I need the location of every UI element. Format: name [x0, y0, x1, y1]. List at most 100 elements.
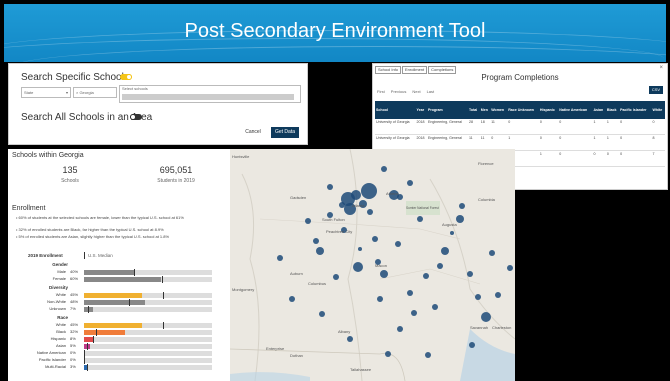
column-header[interactable]: Asian [592, 101, 606, 119]
school-marker[interactable] [425, 352, 431, 358]
school-marker[interactable] [339, 202, 345, 208]
stats-panel: Schools within Georgia 135 Schools 695,0… [8, 149, 235, 381]
previous-page-button[interactable]: Previous [391, 89, 407, 94]
table-row[interactable]: University of Georgia 2018 Engineering, Ge… [375, 119, 665, 135]
enrollment-bar-row: Male 40% [14, 269, 224, 276]
area-search-toggle[interactable] [130, 114, 142, 120]
enrollment-bar-row: Female 60% [14, 276, 224, 283]
map-city-label: South Fulton [322, 217, 345, 222]
school-marker[interactable] [277, 255, 283, 261]
school-marker[interactable] [397, 326, 403, 332]
table-cell: 0 [651, 119, 665, 135]
school-marker[interactable] [407, 290, 413, 296]
school-marker[interactable] [475, 294, 481, 300]
bar-track [84, 364, 212, 371]
close-icon[interactable]: × [659, 65, 663, 71]
bar-percent: 0% [70, 357, 76, 362]
state-chip[interactable]: × Georgia [76, 90, 94, 95]
school-marker[interactable] [327, 184, 333, 190]
schools-count: 135 [62, 165, 78, 175]
school-marker[interactable] [372, 236, 378, 242]
map-city-label: Albany [338, 329, 350, 334]
state-select[interactable]: State ▾ [21, 87, 71, 98]
column-header[interactable]: Total [467, 101, 480, 119]
school-marker[interactable] [380, 270, 388, 278]
school-marker[interactable] [313, 238, 319, 244]
bar-label: Black [56, 329, 66, 334]
column-header[interactable]: School [375, 101, 416, 119]
last-page-button[interactable]: Last [427, 89, 435, 94]
school-marker[interactable] [489, 250, 495, 256]
school-marker[interactable] [351, 190, 361, 200]
school-marker[interactable] [459, 203, 465, 209]
school-marker[interactable] [395, 241, 401, 247]
bar-percent: 7% [70, 306, 76, 311]
column-header[interactable]: Year [415, 101, 427, 119]
school-marker[interactable] [469, 342, 475, 348]
slide: Post Secondary Environment Tool Search S… [0, 0, 670, 381]
school-marker[interactable] [289, 296, 295, 302]
table-cell: 2018 [415, 119, 427, 135]
school-marker[interactable] [333, 274, 339, 280]
school-marker[interactable] [467, 271, 473, 277]
map-city-label: Montgomery [232, 287, 254, 292]
csv-button[interactable]: CSV [649, 86, 663, 94]
first-page-button[interactable]: First [377, 89, 385, 94]
school-marker[interactable] [347, 336, 353, 342]
column-header[interactable]: Program [426, 101, 468, 119]
enrollment-group-title: Race [57, 315, 68, 320]
school-marker[interactable] [358, 247, 362, 251]
search-panel: Search Specific Schools State ▾ × Georgia… [8, 63, 308, 145]
column-header[interactable]: Hispanic [538, 101, 559, 119]
school-marker[interactable] [423, 273, 429, 279]
map-city-label: Macon [375, 263, 387, 268]
table-cell: 0 [558, 134, 593, 151]
column-header[interactable]: White [651, 101, 665, 119]
state-chip-field[interactable]: × Georgia [73, 87, 117, 98]
get-data-button[interactable]: Get Data [271, 127, 299, 138]
stats-heading: Schools within Georgia [12, 152, 84, 159]
school-marker[interactable] [377, 296, 383, 302]
school-marker[interactable] [353, 262, 363, 272]
schools-select[interactable]: Select schools [119, 85, 301, 103]
school-marker[interactable] [316, 247, 324, 255]
school-marker[interactable] [367, 209, 373, 215]
school-marker[interactable] [411, 310, 417, 316]
school-marker[interactable] [441, 247, 449, 255]
school-marker[interactable] [385, 351, 391, 357]
table-cell: 11 [490, 119, 508, 135]
cancel-button[interactable]: Cancel [241, 127, 265, 138]
school-marker[interactable] [437, 263, 443, 269]
legend-median: U.S. Median [88, 253, 113, 258]
school-marker[interactable] [407, 180, 413, 186]
school-marker[interactable] [507, 265, 513, 271]
bar-fill [84, 330, 125, 335]
school-marker[interactable] [432, 304, 438, 310]
map-canvas[interactable]: Huntsville Gadsden South Fulton Peachtre… [230, 149, 515, 381]
column-header[interactable]: Pacific Islander [619, 101, 652, 119]
column-header[interactable]: Native American [558, 101, 593, 119]
school-marker[interactable] [481, 312, 491, 322]
column-header[interactable]: Women [490, 101, 508, 119]
bar-label: White [55, 322, 66, 327]
school-marker[interactable] [305, 218, 311, 224]
school-marker[interactable] [456, 215, 464, 223]
school-marker[interactable] [417, 216, 423, 222]
column-header[interactable]: Race Unknown [507, 101, 539, 119]
specific-schools-toggle[interactable] [120, 74, 132, 80]
school-marker[interactable] [450, 231, 454, 235]
column-header[interactable]: Black [605, 101, 620, 119]
school-marker[interactable] [495, 292, 501, 298]
schools-scrollbar[interactable] [122, 94, 294, 100]
next-page-button[interactable]: Next [412, 89, 420, 94]
table-cell: 0 [619, 134, 652, 151]
school-marker[interactable] [319, 311, 325, 317]
column-header[interactable]: Men [479, 101, 491, 119]
map-city-label: Peachtree City [326, 229, 352, 234]
school-marker[interactable] [381, 166, 387, 172]
bar-label: Multi-Racial [45, 364, 66, 369]
enrollment-bar-row: Native American 0% [14, 350, 224, 357]
enrollment-bar-row: Multi-Racial 3% [14, 364, 224, 371]
map-view[interactable]: Huntsville Gadsden South Fulton Peachtre… [230, 149, 515, 381]
school-marker[interactable] [361, 183, 377, 199]
